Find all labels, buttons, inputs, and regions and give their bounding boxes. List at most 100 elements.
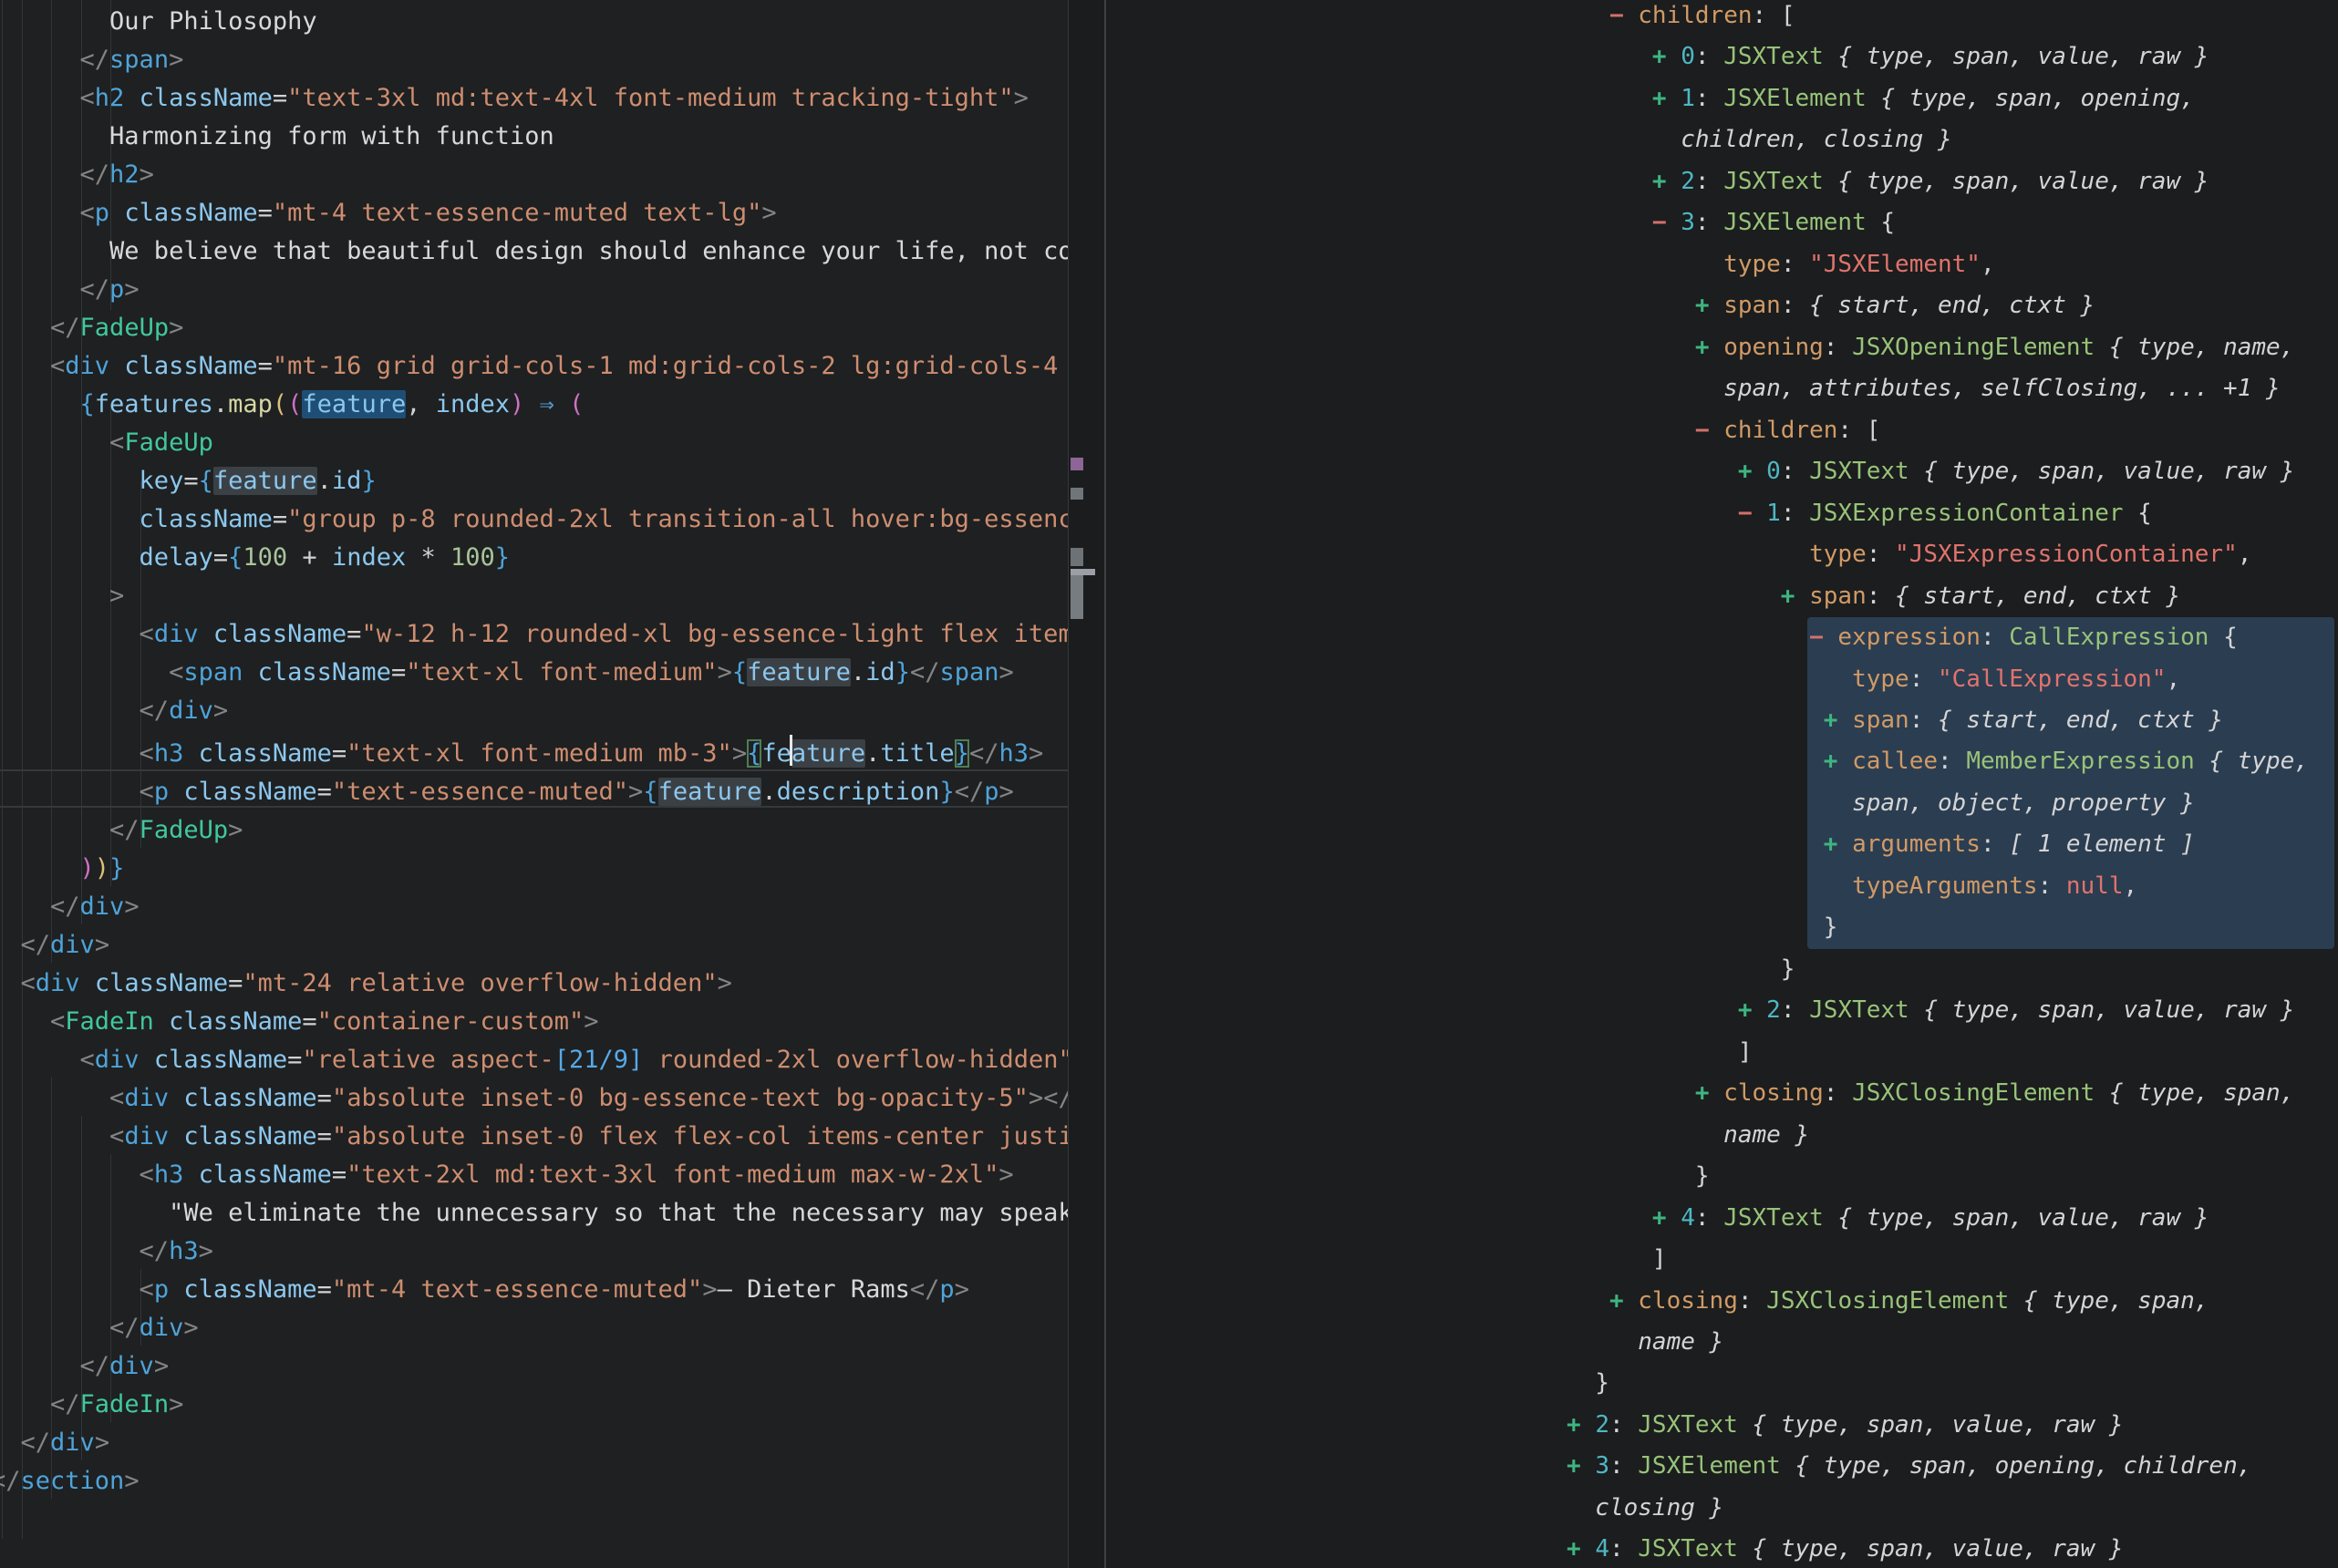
code-line[interactable]: Our Philosophy bbox=[0, 3, 1068, 41]
code-line[interactable]: </FadeIn> bbox=[0, 1386, 1068, 1424]
ast-line[interactable]: + span: { start, end, ctxt } bbox=[1567, 576, 2309, 617]
ast-line[interactable]: + span: { start, end, ctxt } bbox=[1567, 700, 2309, 741]
code-line[interactable]: <FadeIn className="container-custom"> bbox=[0, 1003, 1068, 1041]
editor-scrollbar-gutter[interactable] bbox=[1069, 0, 1104, 1568]
ast-line[interactable]: + opening: JSXOpeningElement { type, nam… bbox=[1567, 327, 2309, 368]
collapse-toggle-icon[interactable]: − bbox=[1567, 209, 1681, 236]
code-line[interactable]: <div className="mt-24 relative overflow-… bbox=[0, 965, 1068, 1003]
code-line[interactable]: </div> bbox=[0, 1309, 1068, 1347]
code-line[interactable]: </h3> bbox=[0, 1233, 1068, 1271]
expand-toggle-icon[interactable]: + bbox=[1567, 707, 1852, 734]
expand-toggle-icon[interactable]: + bbox=[1567, 583, 1809, 610]
ast-line[interactable]: } bbox=[1567, 1363, 2309, 1404]
code-line[interactable]: {features.map((feature, index) ⇒ ( bbox=[0, 386, 1068, 424]
ast-line[interactable]: + callee: MemberExpression { type, bbox=[1567, 741, 2309, 782]
ast-line[interactable]: + closing: JSXClosingElement { type, spa… bbox=[1567, 1281, 2309, 1322]
ast-line[interactable]: + 3: JSXElement { type, span, opening, c… bbox=[1567, 1446, 2309, 1487]
ast-line[interactable]: + 2: JSXText { type, span, value, raw } bbox=[1567, 161, 2309, 202]
expand-toggle-icon[interactable]: + bbox=[1567, 85, 1681, 112]
ast-line[interactable]: span, attributes, selfClosing, ... +1 } bbox=[1567, 368, 2309, 409]
collapse-toggle-icon[interactable]: − bbox=[1567, 500, 1766, 527]
ast-tree-pane[interactable]: − children: [ + 0: JSXText { type, span,… bbox=[1106, 0, 2338, 1568]
ast-line[interactable]: + arguments: [ 1 element ] bbox=[1567, 824, 2309, 865]
code-line[interactable]: className="group p-8 rounded-2xl transit… bbox=[0, 500, 1068, 539]
ast-line[interactable]: children, closing } bbox=[1567, 119, 2309, 160]
ast-line[interactable]: + closing: JSXClosingElement { type, spa… bbox=[1567, 1073, 2309, 1114]
code-line[interactable]: <div className="absolute inset-0 flex fl… bbox=[0, 1118, 1068, 1156]
ast-line[interactable]: + 4: JSXText { type, span, value, raw } bbox=[1567, 1198, 2309, 1239]
ast-line[interactable]: − 1: JSXExpressionContainer { bbox=[1567, 493, 2309, 534]
expand-toggle-icon[interactable]: + bbox=[1567, 334, 1723, 361]
ast-line[interactable]: type: "CallExpression", bbox=[1567, 659, 2309, 700]
code-line[interactable]: </p> bbox=[0, 271, 1068, 309]
code-line[interactable]: <div className="mt-16 grid grid-cols-1 m… bbox=[0, 347, 1068, 386]
expand-toggle-icon[interactable]: + bbox=[1567, 996, 1766, 1024]
ast-line[interactable]: − children: [ bbox=[1567, 410, 2309, 451]
ast-tree[interactable]: − children: [ + 0: JSXText { type, span,… bbox=[1567, 0, 2309, 1568]
ast-line[interactable]: + span: { start, end, ctxt } bbox=[1567, 285, 2309, 326]
code-line[interactable]: <h2 className="text-3xl md:text-4xl font… bbox=[0, 79, 1068, 118]
code-line[interactable]: > bbox=[0, 577, 1068, 615]
code-line[interactable]: <h3 className="text-xl font-medium mb-3"… bbox=[0, 730, 1068, 773]
ast-line[interactable]: + 0: JSXText { type, span, value, raw } bbox=[1567, 36, 2309, 77]
code-line[interactable]: </div> bbox=[0, 692, 1068, 730]
ast-line[interactable]: + 2: JSXText { type, span, value, raw } bbox=[1567, 990, 2309, 1031]
code-line[interactable]: key={feature.id} bbox=[0, 462, 1068, 500]
expand-toggle-icon[interactable]: + bbox=[1567, 168, 1681, 195]
code-line[interactable]: <div className="w-12 h-12 rounded-xl bg-… bbox=[0, 615, 1068, 654]
code-line[interactable]: <div className="absolute inset-0 bg-esse… bbox=[0, 1079, 1068, 1118]
expand-toggle-icon[interactable]: + bbox=[1567, 1079, 1723, 1107]
code-line[interactable]: </section> bbox=[0, 1462, 1068, 1501]
ast-line[interactable]: + 1: JSXElement { type, span, opening, bbox=[1567, 78, 2309, 119]
expand-toggle-icon[interactable]: + bbox=[1567, 830, 1852, 858]
expand-toggle-icon[interactable]: + bbox=[1567, 1204, 1681, 1232]
collapse-toggle-icon[interactable]: − bbox=[1567, 417, 1723, 444]
ast-line[interactable]: − expression: CallExpression { bbox=[1567, 617, 2309, 658]
ast-line[interactable]: type: "JSXExpressionContainer", bbox=[1567, 534, 2309, 575]
ast-line[interactable]: } bbox=[1567, 907, 2309, 948]
code-line[interactable]: <span className="text-xl font-medium">{f… bbox=[0, 654, 1068, 692]
code-line[interactable]: <p className="mt-4 text-essence-muted">—… bbox=[0, 1271, 1068, 1309]
code-line[interactable]: </h2> bbox=[0, 156, 1068, 194]
code-line[interactable]: Harmonizing form with function bbox=[0, 118, 1068, 156]
ast-line[interactable]: name } bbox=[1567, 1115, 2309, 1156]
ast-line[interactable]: ] bbox=[1567, 1239, 2309, 1280]
ast-line[interactable]: closing } bbox=[1567, 1488, 2309, 1529]
code-line[interactable]: <p className="text-essence-muted">{featu… bbox=[0, 773, 1068, 811]
editor-code[interactable]: Our Philosophy </span> <h2 className="te… bbox=[0, 3, 1068, 1501]
code-line[interactable]: <h3 className="text-2xl md:text-3xl font… bbox=[0, 1156, 1068, 1194]
collapse-toggle-icon[interactable]: − bbox=[1567, 2, 1638, 29]
code-line[interactable]: delay={100 + index * 100} bbox=[0, 539, 1068, 577]
code-line[interactable]: ))} bbox=[0, 850, 1068, 888]
code-line[interactable]: </div> bbox=[0, 1347, 1068, 1386]
code-line[interactable]: </FadeUp> bbox=[0, 811, 1068, 850]
ast-line[interactable]: type: "JSXElement", bbox=[1567, 244, 2309, 285]
ast-line[interactable]: + 2: JSXText { type, span, value, raw } bbox=[1567, 1405, 2309, 1446]
ast-line[interactable]: + 0: JSXText { type, span, value, raw } bbox=[1567, 451, 2309, 492]
ast-line[interactable]: − 3: JSXElement { bbox=[1567, 202, 2309, 243]
ast-line[interactable]: typeArguments: null, bbox=[1567, 866, 2309, 907]
ast-line[interactable]: − children: [ bbox=[1567, 0, 2309, 36]
code-line[interactable]: </div> bbox=[0, 888, 1068, 926]
expand-toggle-icon[interactable]: + bbox=[1567, 748, 1852, 775]
code-line[interactable]: </div> bbox=[0, 926, 1068, 965]
collapse-toggle-icon[interactable]: − bbox=[1567, 624, 1837, 651]
expand-toggle-icon[interactable]: + bbox=[1567, 1535, 1595, 1563]
code-line[interactable]: </div> bbox=[0, 1424, 1068, 1462]
expand-toggle-icon[interactable]: + bbox=[1567, 458, 1766, 485]
code-line[interactable]: </span> bbox=[0, 41, 1068, 79]
code-editor-pane[interactable]: Our Philosophy </span> <h2 className="te… bbox=[0, 0, 1068, 1568]
code-line[interactable]: We believe that beautiful design should … bbox=[0, 232, 1068, 271]
expand-toggle-icon[interactable]: + bbox=[1567, 43, 1681, 70]
ast-line[interactable]: } bbox=[1567, 1156, 2309, 1197]
code-line[interactable]: </FadeUp> bbox=[0, 309, 1068, 347]
expand-toggle-icon[interactable]: + bbox=[1567, 1287, 1638, 1315]
code-line[interactable]: <div className="relative aspect-[21/9] r… bbox=[0, 1041, 1068, 1079]
expand-toggle-icon[interactable]: + bbox=[1567, 292, 1723, 319]
code-line[interactable]: <p className="mt-4 text-essence-muted te… bbox=[0, 194, 1068, 232]
expand-toggle-icon[interactable]: + bbox=[1567, 1452, 1595, 1480]
expand-toggle-icon[interactable]: + bbox=[1567, 1411, 1595, 1439]
ast-line[interactable]: name } bbox=[1567, 1322, 2309, 1363]
ast-line[interactable]: } bbox=[1567, 949, 2309, 990]
ast-line[interactable]: ] bbox=[1567, 1032, 2309, 1073]
